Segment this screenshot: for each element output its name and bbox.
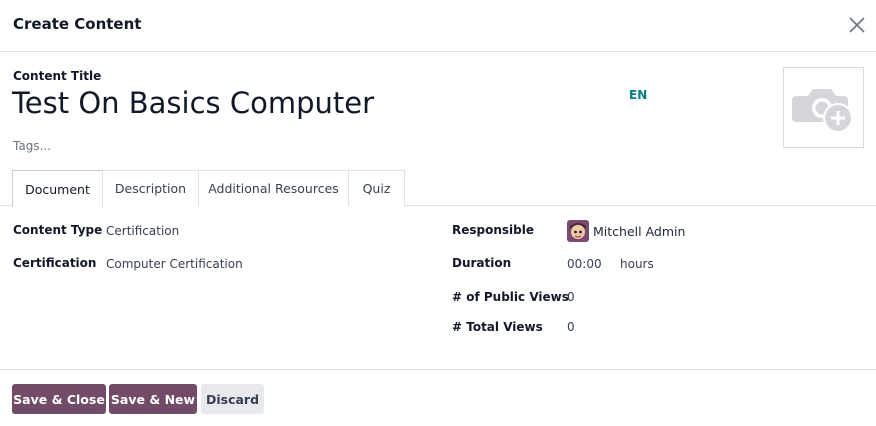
tab-additional-resources[interactable]: Additional Resources xyxy=(198,170,349,206)
language-badge[interactable]: EN xyxy=(629,88,647,102)
responsible-label: Responsible xyxy=(452,223,534,237)
content-title-input[interactable]: Test On Basics Computer xyxy=(12,86,374,120)
camera-add-icon xyxy=(792,89,853,133)
close-icon[interactable] xyxy=(846,14,868,36)
certification-field[interactable]: Computer Certification xyxy=(106,257,243,271)
content-type-field[interactable]: Certification xyxy=(106,224,179,238)
save-new-button[interactable]: Save & New xyxy=(109,384,197,414)
public-views-value: 0 xyxy=(567,290,575,304)
total-views-label: # Total Views xyxy=(452,320,543,334)
total-views-value: 0 xyxy=(567,320,575,334)
tab-description[interactable]: Description xyxy=(102,170,199,206)
tags-input[interactable]: Tags... xyxy=(13,139,51,153)
duration-label: Duration xyxy=(452,256,512,270)
avatar xyxy=(567,220,589,242)
content-type-label: Content Type xyxy=(13,223,103,237)
dialog-header: Create Content xyxy=(0,0,876,52)
duration-unit: hours xyxy=(620,257,654,271)
discard-button[interactable]: Discard xyxy=(201,384,264,414)
tab-quiz[interactable]: Quiz xyxy=(348,170,405,206)
responsible-field[interactable]: Mitchell Admin xyxy=(593,224,685,239)
image-upload[interactable] xyxy=(783,67,864,148)
public-views-label: # of Public Views xyxy=(452,290,569,304)
save-close-button[interactable]: Save & Close xyxy=(12,384,106,414)
certification-label: Certification xyxy=(13,256,97,270)
duration-input[interactable]: 00:00 xyxy=(567,257,602,271)
content-title-label: Content Title xyxy=(13,69,102,83)
dialog-title: Create Content xyxy=(13,15,142,33)
footer-divider xyxy=(0,369,876,370)
tab-document[interactable]: Document xyxy=(12,170,103,207)
form-tabs: Document Description Additional Resource… xyxy=(0,170,876,207)
